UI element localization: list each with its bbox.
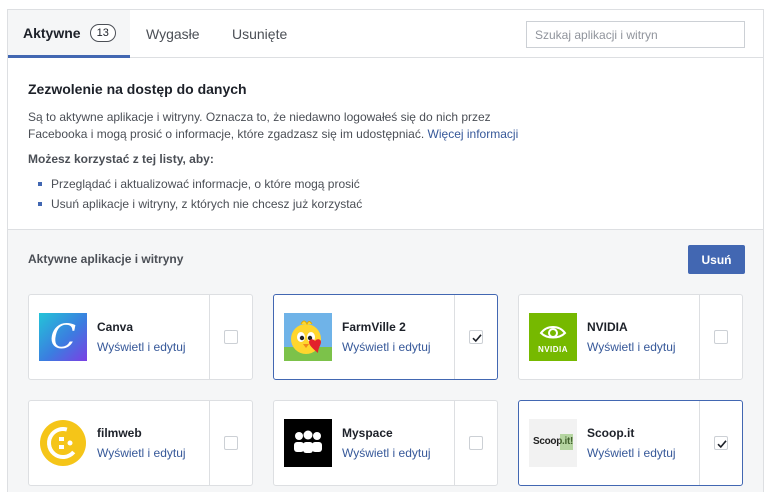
app-name: Canva	[97, 320, 134, 334]
info-section: Zezwolenie na dostęp do danych Są to akt…	[8, 58, 763, 230]
tab-bar: Aktywne 13 Wygasłe Usunięte	[8, 10, 763, 58]
search-input[interactable]	[526, 21, 745, 48]
app-name: Myspace	[342, 426, 393, 440]
nvidia-logo-text: NVIDIA	[537, 345, 569, 354]
select-checkbox[interactable]	[224, 436, 238, 450]
farmville-chick-logo-icon	[284, 313, 332, 361]
myspace-logo-icon	[284, 419, 332, 467]
view-edit-link[interactable]: Wyświetl i edytuj	[587, 340, 676, 354]
app-card-canva[interactable]: C Canva Wyświetl i edytuj	[28, 294, 253, 380]
select-checkbox[interactable]	[714, 330, 728, 344]
app-name: FarmVille 2	[342, 320, 406, 334]
scoopit-logo-accent	[560, 434, 573, 450]
info-can-title: Możesz korzystać z tej listy, aby:	[28, 152, 214, 166]
app-card-farmville[interactable]: FarmVille 2 Wyświetl i edytuj	[273, 294, 498, 380]
card-divider	[454, 401, 455, 485]
app-card-myspace[interactable]: Myspace Wyświetl i edytuj	[273, 400, 498, 486]
app-name: Scoop.it	[587, 426, 635, 440]
info-bullet-item: Przeglądać i aktualizować informacje, o …	[38, 174, 362, 194]
app-name: filmweb	[97, 426, 142, 440]
card-divider	[699, 401, 700, 485]
tab-active-label: Aktywne	[23, 24, 81, 41]
view-edit-link[interactable]: Wyświetl i edytuj	[97, 340, 186, 354]
checkmark-icon	[717, 440, 727, 449]
filmweb-logo-icon	[39, 419, 87, 467]
scoopit-logo-icon: Scoop.it!	[529, 419, 577, 467]
canva-logo-icon: C	[39, 313, 87, 361]
select-checkbox[interactable]	[714, 436, 728, 450]
app-card-filmweb[interactable]: filmweb Wyświetl i edytuj	[28, 400, 253, 486]
apps-section-title: Aktywne aplikacje i witryny	[28, 252, 184, 266]
app-name: NVIDIA	[587, 320, 628, 334]
view-edit-link[interactable]: Wyświetl i edytuj	[587, 446, 676, 460]
card-divider	[209, 295, 210, 379]
nvidia-logo-icon: NVIDIA	[529, 313, 577, 361]
info-description-text: Są to aktywne aplikacje i witryny. Oznac…	[28, 110, 491, 141]
app-card-nvidia[interactable]: NVIDIA NVIDIA Wyświetl i edytuj	[518, 294, 743, 380]
tab-active[interactable]: Aktywne 13	[8, 10, 130, 58]
tab-expired[interactable]: Wygasłe	[146, 10, 200, 58]
select-checkbox[interactable]	[469, 330, 483, 344]
apps-section: Aktywne aplikacje i witryny Usuń C Canva…	[8, 230, 763, 492]
card-divider	[454, 295, 455, 379]
app-card-scoopit[interactable]: Scoop.it! Scoop.it Wyświetl i edytuj	[518, 400, 743, 486]
canva-logo-text: C	[49, 317, 76, 357]
info-description: Są to aktywne aplikacje i witryny. Oznac…	[28, 109, 538, 143]
app-settings-panel: Aktywne 13 Wygasłe Usunięte Zezwolenie n…	[7, 9, 764, 492]
card-divider	[699, 295, 700, 379]
info-title: Zezwolenie na dostęp do danych	[28, 81, 247, 97]
tab-removed[interactable]: Usunięte	[232, 10, 287, 58]
tab-active-count-badge: 13	[89, 23, 116, 42]
remove-button[interactable]: Usuń	[688, 245, 745, 274]
more-info-link[interactable]: Więcej informacji	[428, 127, 519, 141]
info-bullet-item: Usuń aplikacje i witryny, z których nie …	[38, 194, 362, 214]
select-checkbox[interactable]	[224, 330, 238, 344]
select-checkbox[interactable]	[469, 436, 483, 450]
info-bullet-list: Przeglądać i aktualizować informacje, o …	[38, 174, 362, 214]
card-divider	[209, 401, 210, 485]
view-edit-link[interactable]: Wyświetl i edytuj	[342, 446, 431, 460]
view-edit-link[interactable]: Wyświetl i edytuj	[97, 446, 186, 460]
view-edit-link[interactable]: Wyświetl i edytuj	[342, 340, 431, 354]
checkmark-icon	[472, 334, 482, 343]
